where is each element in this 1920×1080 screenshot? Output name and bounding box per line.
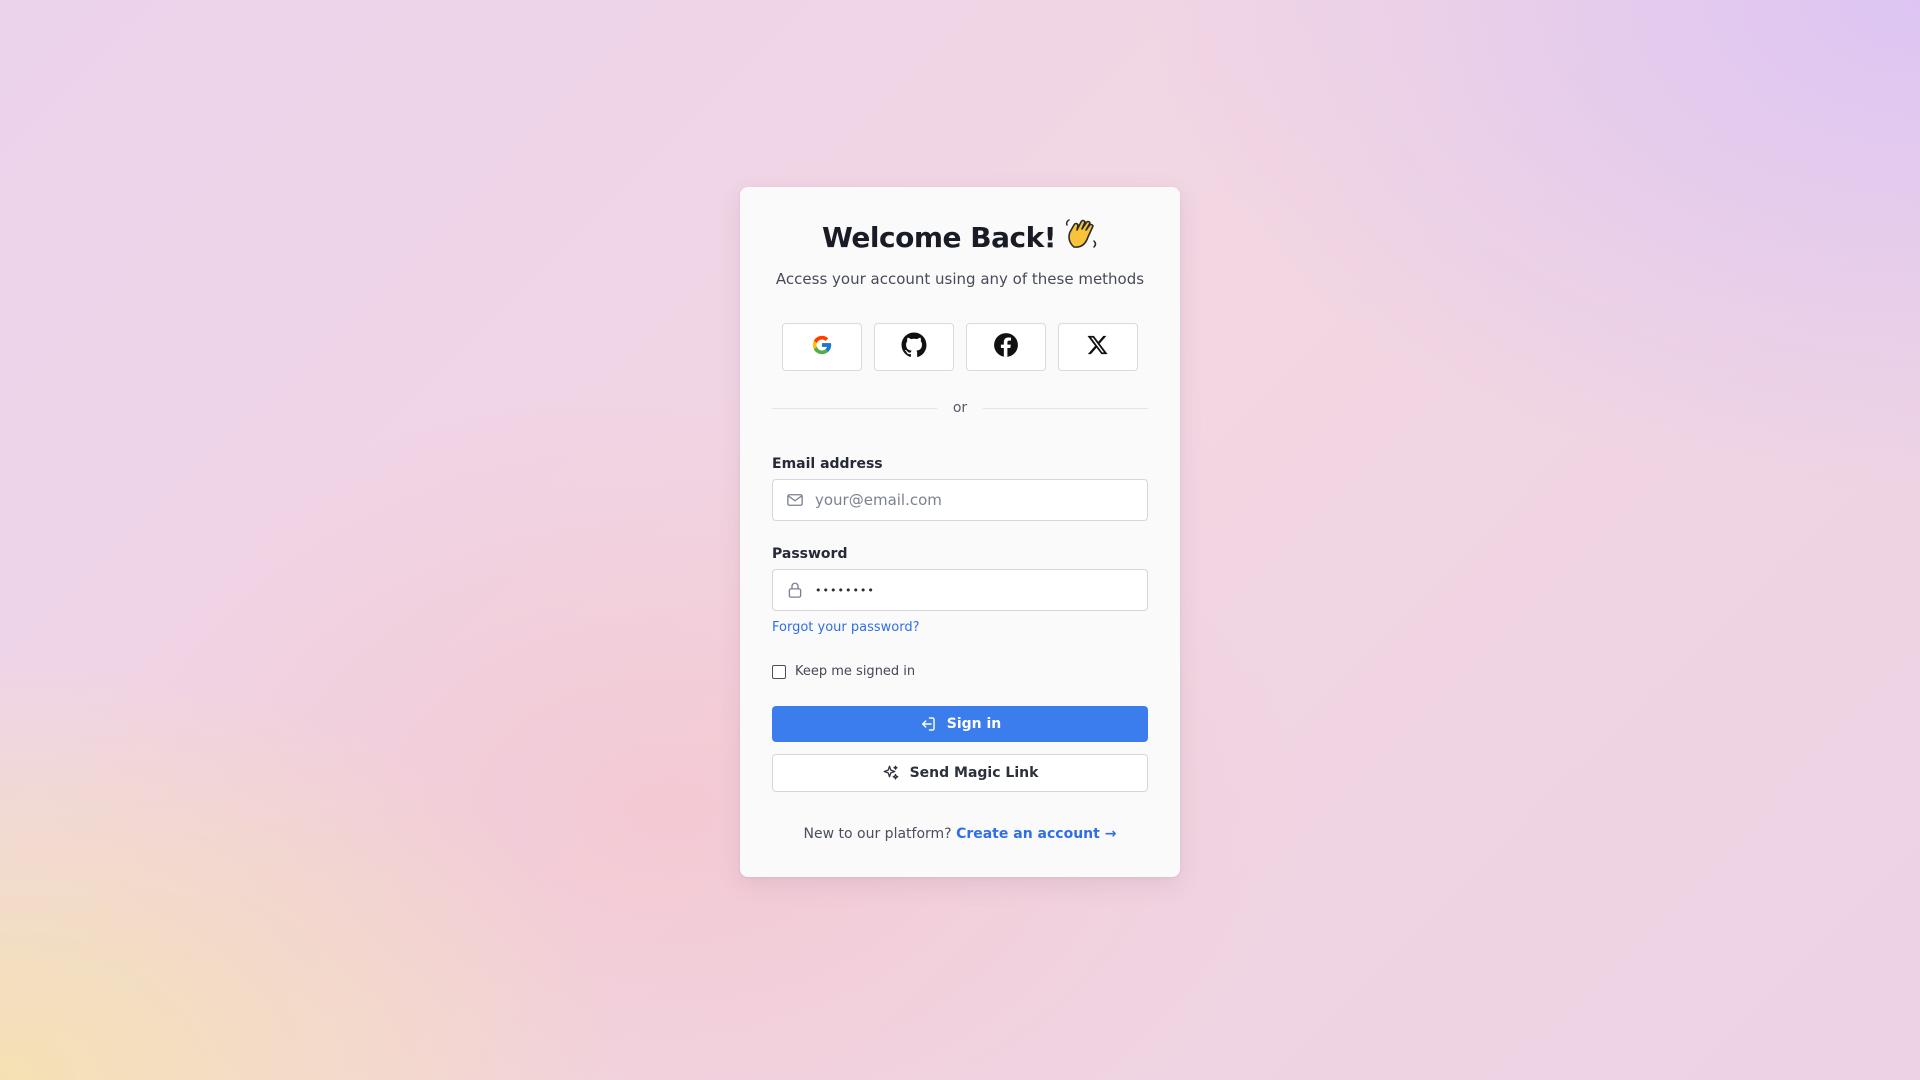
login-card: Welcome Back! Access your account using … (740, 187, 1180, 877)
google-icon (811, 334, 833, 360)
signup-prompt-text: New to our platform? (803, 826, 952, 842)
send-magic-link-label: Send Magic Link (909, 765, 1039, 781)
social-login-row (782, 323, 1138, 371)
email-input[interactable] (815, 480, 1147, 520)
password-field[interactable] (772, 569, 1148, 611)
page-title: Welcome Back! (740, 217, 1180, 258)
send-magic-link-button[interactable]: Send Magic Link (772, 754, 1148, 792)
email-field[interactable] (772, 479, 1148, 521)
password-input[interactable] (815, 570, 1147, 610)
github-icon (901, 332, 927, 362)
divider-line-left (772, 407, 937, 409)
password-label: Password (772, 546, 848, 562)
keep-signed-in-checkbox[interactable] (772, 664, 786, 679)
forgot-password-link[interactable]: Forgot your password? (772, 620, 920, 635)
keep-signed-in-label[interactable]: Keep me signed in (795, 664, 915, 679)
create-account-link[interactable]: Create an account → (956, 826, 1116, 842)
signup-prompt: New to our platform? Create an account → (740, 826, 1180, 842)
google-login-button[interactable] (782, 323, 862, 371)
subtitle: Access your account using any of these m… (775, 270, 1145, 288)
mail-icon (785, 490, 805, 510)
sign-in-label: Sign in (946, 716, 1002, 732)
facebook-icon (993, 332, 1019, 362)
x-login-button[interactable] (1058, 323, 1138, 371)
or-divider: or (772, 400, 1149, 416)
lock-icon (785, 580, 805, 600)
sign-in-icon (919, 715, 937, 733)
divider-text: or (952, 400, 968, 416)
sparkles-icon (882, 764, 900, 782)
x-icon (1087, 334, 1109, 360)
title-text: Welcome Back! (822, 221, 1056, 254)
divider-line-right (983, 407, 1149, 409)
keep-signed-in: Keep me signed in (772, 664, 915, 679)
github-login-button[interactable] (874, 323, 954, 371)
waving-hand-icon (1064, 217, 1098, 258)
email-label: Email address (772, 456, 883, 472)
facebook-login-button[interactable] (966, 323, 1046, 371)
sign-in-button[interactable]: Sign in (772, 706, 1148, 742)
